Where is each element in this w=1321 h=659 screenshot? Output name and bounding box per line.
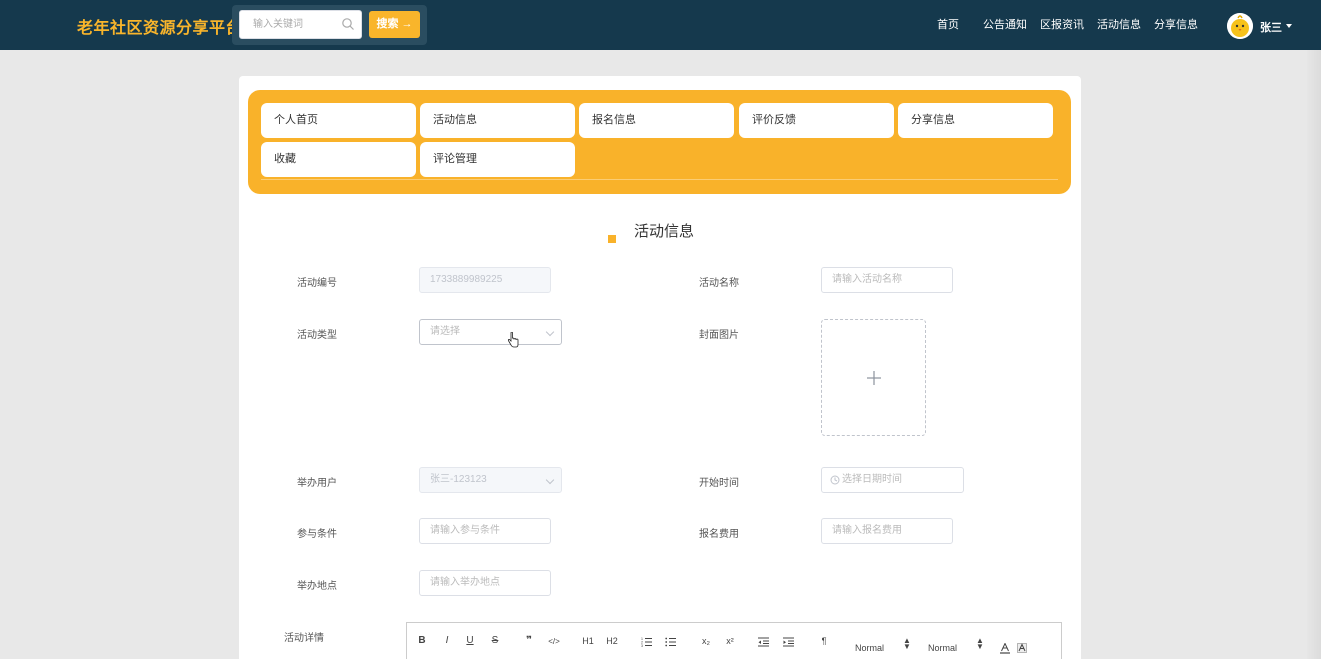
label-details: 活动详情 <box>284 633 324 644</box>
conditions-field[interactable]: 请输入参与条件 <box>419 518 551 544</box>
nav-item-shares[interactable]: 分享信息 <box>1154 16 1198 32</box>
header1-button[interactable]: H1 <box>581 636 595 646</box>
tab-comment-management[interactable]: 评论管理 <box>420 142 575 177</box>
nav-item-activities[interactable]: 活动信息 <box>1097 16 1141 32</box>
avatar[interactable] <box>1227 13 1253 39</box>
fee-field[interactable]: 请输入报名费用 <box>821 518 953 544</box>
background-color-icon[interactable] <box>1017 643 1027 654</box>
header2-button[interactable]: H2 <box>605 636 619 646</box>
content-card: 个人首页 活动信息 报名信息 评价反馈 分享信息 收藏 评论管理 活动信息 活动… <box>239 76 1081 659</box>
search-input[interactable] <box>240 11 340 38</box>
plus-icon <box>867 371 881 385</box>
svg-text:3: 3 <box>641 644 643 647</box>
page-scrollbar[interactable] <box>1307 50 1321 659</box>
header-select[interactable]: Normal <box>928 643 957 653</box>
text-direction-button[interactable]: ¶ <box>817 636 831 646</box>
bold-button[interactable]: B <box>415 635 429 646</box>
subscript-button[interactable]: x₂ <box>699 636 713 646</box>
avatar-chick-icon <box>1227 13 1253 39</box>
size-select-arrows-icon: ▲ ▼ <box>903 636 911 651</box>
nav-item-news[interactable]: 区报资讯 <box>1040 16 1084 32</box>
rich-text-editor[interactable]: B I U S ❞ </> H1 H2 1 2 3 x₂ x² ¶ Normal… <box>406 622 1062 659</box>
chevron-down-icon <box>545 475 555 485</box>
tab-share-info[interactable]: 分享信息 <box>898 103 1053 138</box>
user-name[interactable]: 张三 <box>1260 19 1282 35</box>
tab-favorites[interactable]: 收藏 <box>261 142 416 177</box>
label-organizer: 举办用户 <box>297 478 337 489</box>
italic-button[interactable]: I <box>440 635 454 646</box>
label-cover-image: 封面图片 <box>699 330 739 341</box>
clock-icon <box>830 475 840 485</box>
strike-button[interactable]: S <box>488 635 502 646</box>
tab-activity-info[interactable]: 活动信息 <box>420 103 575 138</box>
tab-registration-info[interactable]: 报名信息 <box>579 103 734 138</box>
nav-item-home[interactable]: 首页 <box>937 16 959 32</box>
label-location: 举办地点 <box>297 581 337 592</box>
tab-feedback[interactable]: 评价反馈 <box>739 103 894 138</box>
label-activity-no: 活动编号 <box>297 278 337 289</box>
top-navbar: 老年社区资源分享平台 搜索 → 首页 公告通知 区报资讯 活动信息 分享信息 张… <box>0 0 1321 50</box>
code-block-button[interactable]: </> <box>547 637 561 646</box>
search-box: 搜索 → <box>232 5 427 45</box>
center-tabs-panel: 个人首页 活动信息 报名信息 评价反馈 分享信息 收藏 评论管理 <box>248 90 1071 194</box>
size-select[interactable]: Normal <box>855 643 884 653</box>
title-marker <box>608 235 616 243</box>
activity-name-field[interactable]: 请输入活动名称 <box>821 267 953 293</box>
nav-item-notices[interactable]: 公告通知 <box>983 16 1027 32</box>
site-title[interactable]: 老年社区资源分享平台 <box>77 14 242 38</box>
activity-type-select[interactable]: 请选择 <box>419 319 562 345</box>
organizer-value: 张三-123123 <box>430 474 487 485</box>
label-activity-type: 活动类型 <box>297 330 337 341</box>
label-activity-name: 活动名称 <box>699 278 739 289</box>
bullet-list-icon[interactable] <box>665 637 677 647</box>
indent-icon[interactable] <box>783 637 795 647</box>
caret-down-icon[interactable] <box>1286 24 1292 28</box>
chevron-down-icon <box>545 327 555 337</box>
outdent-icon[interactable] <box>758 637 770 647</box>
label-start-time: 开始时间 <box>699 478 739 489</box>
label-conditions: 参与条件 <box>297 529 337 540</box>
organizer-select: 张三-123123 <box>419 467 562 493</box>
blockquote-button[interactable]: ❞ <box>522 635 536 646</box>
activity-type-placeholder: 请选择 <box>430 326 460 337</box>
page-title: 活动信息 <box>634 223 695 240</box>
cover-image-upload[interactable] <box>821 319 926 436</box>
text-color-icon[interactable] <box>1000 643 1010 654</box>
search-button[interactable]: 搜索 → <box>369 11 420 38</box>
activity-no-field: 1733889989225 <box>419 267 551 293</box>
header-select-arrows-icon: ▲ ▼ <box>976 636 984 651</box>
hand-cursor-icon <box>507 332 519 348</box>
underline-button[interactable]: U <box>463 635 477 646</box>
ordered-list-icon[interactable]: 1 2 3 <box>641 637 653 647</box>
search-field[interactable] <box>239 10 362 39</box>
superscript-button[interactable]: x² <box>723 636 737 646</box>
tab-divider <box>261 179 1058 180</box>
label-fee: 报名费用 <box>699 529 739 540</box>
tab-personal-home[interactable]: 个人首页 <box>261 103 416 138</box>
location-field[interactable]: 请输入举办地点 <box>419 570 551 596</box>
start-time-placeholder: 选择日期时间 <box>842 474 902 485</box>
search-icon[interactable] <box>341 17 355 31</box>
start-time-picker[interactable]: 选择日期时间 <box>821 467 964 493</box>
